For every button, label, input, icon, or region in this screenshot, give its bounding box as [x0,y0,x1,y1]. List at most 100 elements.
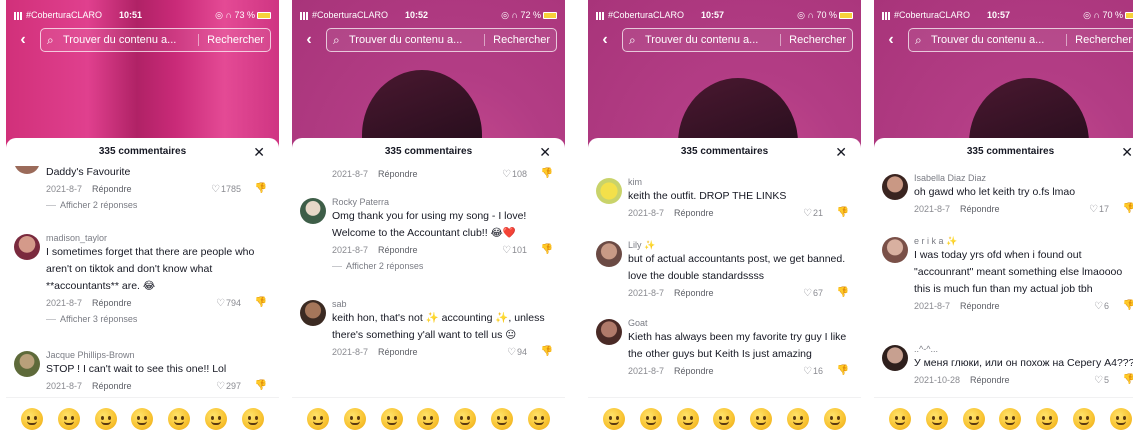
like-button[interactable]: ♡101 [502,242,527,259]
search-input[interactable]: ⌕ Trouver du contenu a... Rechercher [908,28,1133,52]
avatar[interactable] [596,319,622,345]
like-button[interactable]: ♡17 [1089,201,1109,218]
reply-button[interactable]: Répondre [674,205,714,221]
avatar[interactable] [596,241,622,267]
smirk-emoji-icon[interactable] [1036,407,1059,430]
pleading-emoji-icon[interactable] [241,407,264,430]
reply-button[interactable]: Répondre [960,298,1000,314]
dislike-icon[interactable]: 👎 [255,378,267,394]
grin-emoji-icon[interactable] [889,407,912,430]
reply-button[interactable]: Répondre [960,201,1000,217]
sweat-emoji-icon[interactable] [786,407,809,430]
avatar[interactable] [300,300,326,326]
like-button[interactable]: ♡67 [803,285,823,302]
video-background[interactable] [6,0,279,150]
joy-emoji-icon[interactable] [94,407,117,430]
shocked-emoji-icon[interactable] [417,407,440,430]
love-emoji-icon[interactable] [640,407,663,430]
video-background[interactable] [874,0,1133,208]
dislike-icon[interactable]: 👎 [837,205,849,221]
back-icon[interactable]: ‹ [14,28,32,52]
search-input[interactable]: ⌕ Trouver du contenu a... Rechercher [40,28,271,52]
dislike-icon[interactable]: 👎 [837,363,849,379]
comment-list[interactable]: Isabella Diaz Diaz oh gawd who let keith… [874,166,1133,397]
pleading-emoji-icon[interactable] [1109,407,1132,430]
comment-username[interactable]: madison_taylor [46,232,271,244]
search-button[interactable]: Rechercher [484,34,550,46]
comment-username[interactable]: e r i k a ✨ [914,235,1133,247]
like-button[interactable]: ♡5 [1094,372,1109,389]
dislike-icon[interactable]: 👎 [541,344,553,360]
avatar[interactable] [882,345,908,371]
smirk-emoji-icon[interactable] [750,407,773,430]
dislike-icon[interactable]: 👎 [1123,298,1133,314]
video-background[interactable] [292,0,565,200]
like-button[interactable]: ♡794 [216,295,241,312]
grin-emoji-icon[interactable] [307,407,330,430]
search-input[interactable]: ⌕ Trouver du contenu a... Rechercher [326,28,557,52]
reply-button[interactable]: Répondre [92,378,132,394]
like-button[interactable]: ♡108 [502,166,527,183]
comment-username[interactable]: Rocky Paterra [332,196,557,208]
joy-emoji-icon[interactable] [962,407,985,430]
like-button[interactable]: ♡6 [1094,298,1109,315]
avatar[interactable] [596,178,622,204]
avatar[interactable] [14,166,40,174]
comment-list[interactable]: 2021-8-7 Répondre ♡108 👎 Rocky Paterra Omg … [292,166,565,397]
pleading-emoji-icon[interactable] [823,407,846,430]
sweat-emoji-icon[interactable] [1072,407,1095,430]
pleading-emoji-icon[interactable] [527,407,550,430]
view-replies-button[interactable]: Afficher 3 réponses [46,311,271,327]
like-button[interactable]: ♡1785 [211,181,241,198]
reply-button[interactable]: Répondre [970,372,1010,388]
video-background[interactable] [588,0,861,208]
search-button[interactable]: Rechercher [780,34,846,46]
smirk-emoji-icon[interactable] [454,407,477,430]
sweat-emoji-icon[interactable] [204,407,227,430]
dislike-icon[interactable]: 👎 [541,242,553,258]
dislike-icon[interactable]: 👎 [837,285,849,301]
reply-button[interactable]: Répondre [378,242,418,258]
view-replies-button[interactable]: Afficher 2 réponses [46,197,271,213]
search-button[interactable]: Rechercher [1066,34,1132,46]
love-emoji-icon[interactable] [58,407,81,430]
love-emoji-icon[interactable] [344,407,367,430]
comment-username[interactable]: Goat [628,317,853,329]
like-button[interactable]: ♡94 [507,344,527,361]
comment-username[interactable]: Lily ✨ [628,239,853,251]
close-icon[interactable]: ✕ [539,138,551,166]
dislike-icon[interactable]: 👎 [255,295,267,311]
comment-list[interactable]: Daddy's Favourite 2021-8-7 Répondre ♡1785 👎… [6,166,279,397]
avatar[interactable] [882,237,908,263]
comment-list[interactable]: kim keith the outfit. DROP THE LINKS 202… [588,166,861,397]
love-emoji-icon[interactable] [926,407,949,430]
reply-button[interactable]: Répondre [378,344,418,360]
dislike-icon[interactable]: 👎 [255,181,267,197]
back-icon[interactable]: ‹ [596,28,614,52]
joy-emoji-icon[interactable] [676,407,699,430]
sweat-emoji-icon[interactable] [490,407,513,430]
shocked-emoji-icon[interactable] [713,407,736,430]
dislike-icon[interactable]: 👎 [541,166,553,182]
shocked-emoji-icon[interactable] [999,407,1022,430]
back-icon[interactable]: ‹ [300,28,318,52]
comment-username[interactable]: Isabella Diaz Diaz [914,172,1133,184]
view-replies-button[interactable]: Afficher 2 réponses [332,258,557,274]
close-icon[interactable]: ✕ [835,138,847,166]
close-icon[interactable]: ✕ [253,138,265,166]
reply-button[interactable]: Répondre [674,285,714,301]
reply-button[interactable]: Répondre [674,363,714,379]
joy-emoji-icon[interactable] [380,407,403,430]
reply-button[interactable]: Répondre [92,181,132,197]
reply-button[interactable]: Répondre [92,295,132,311]
avatar[interactable] [14,234,40,260]
grin-emoji-icon[interactable] [603,407,626,430]
avatar[interactable] [300,198,326,224]
comment-username[interactable]: kim [628,176,853,188]
search-input[interactable]: ⌕ Trouver du contenu a... Rechercher [622,28,853,52]
grin-emoji-icon[interactable] [21,407,44,430]
comment-username[interactable]: ..^-^... [914,343,1133,355]
avatar[interactable] [882,174,908,200]
reply-button[interactable]: Répondre [378,166,418,182]
close-icon[interactable]: ✕ [1121,138,1133,166]
